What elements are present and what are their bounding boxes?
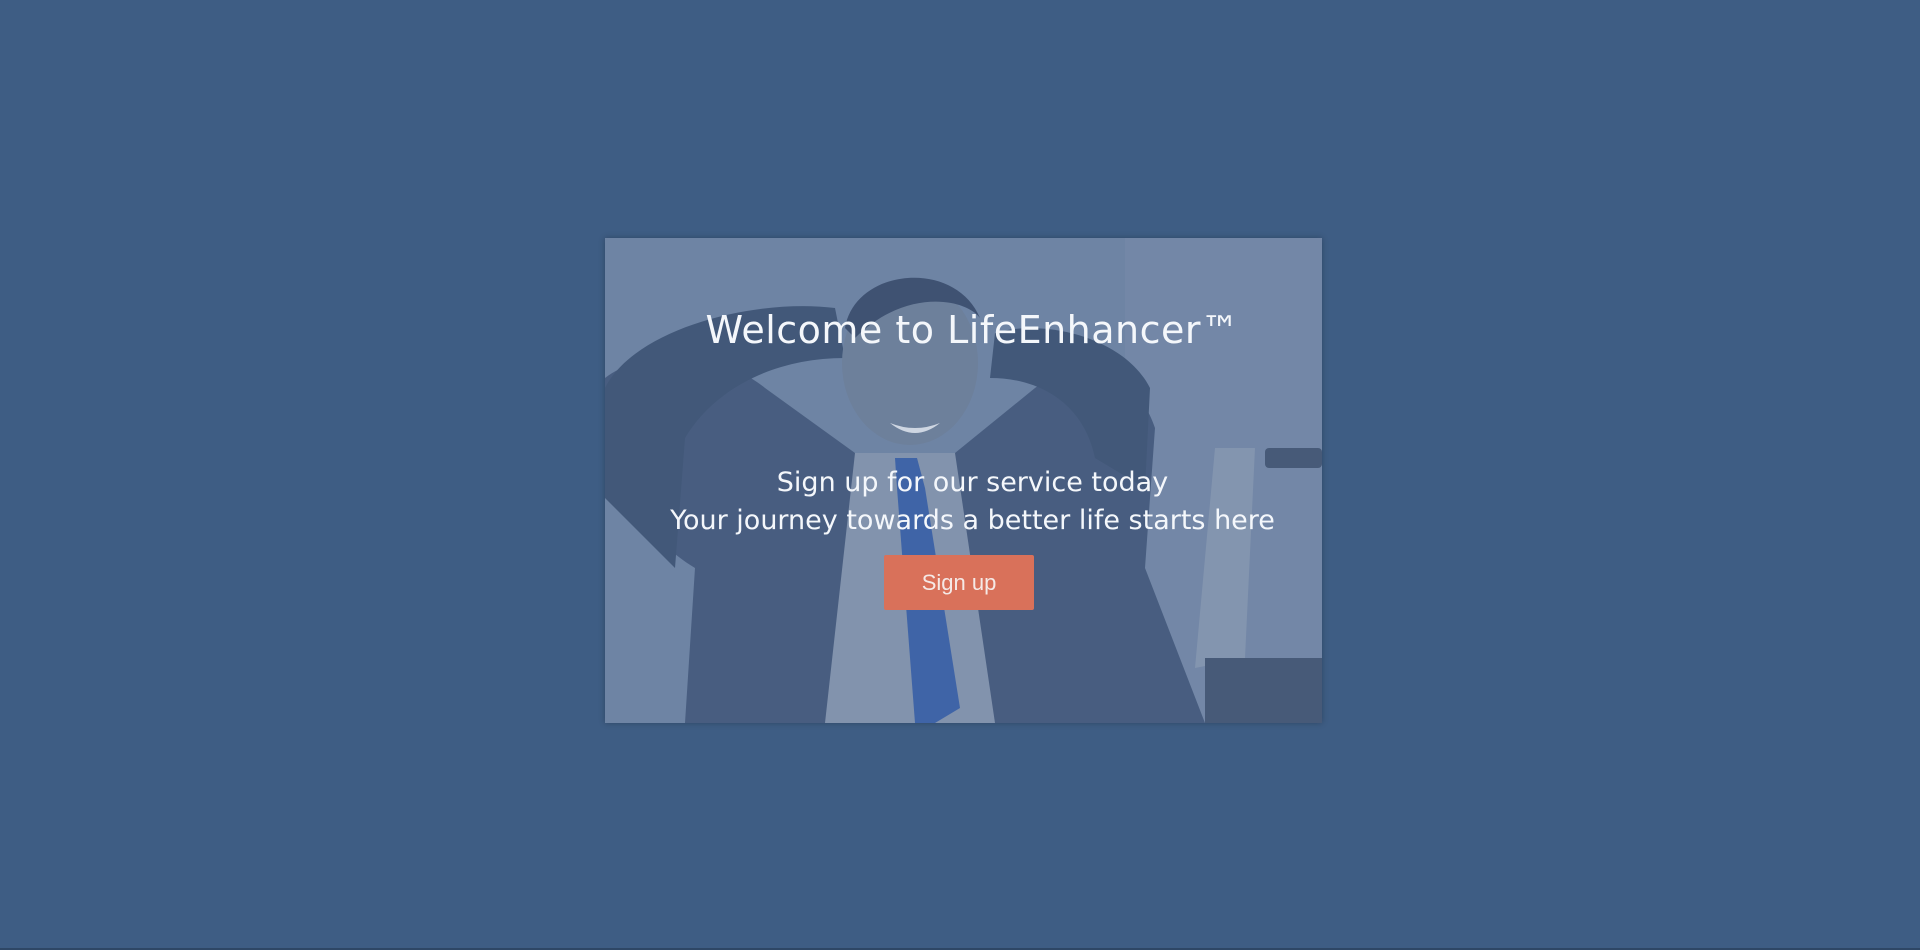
hero-card: Welcome to LifeEnhancer™ Sign up for our… xyxy=(605,238,1322,723)
landing-page: Welcome to LifeEnhancer™ Sign up for our… xyxy=(0,0,1920,950)
hero-title: Welcome to LifeEnhancer™ xyxy=(705,308,1240,352)
hero-subtitle-line2: Your journey towards a better life start… xyxy=(670,505,1275,536)
hero-subtitle-line1: Sign up for our service today xyxy=(776,467,1169,498)
signup-button[interactable]: Sign up xyxy=(884,555,1034,610)
